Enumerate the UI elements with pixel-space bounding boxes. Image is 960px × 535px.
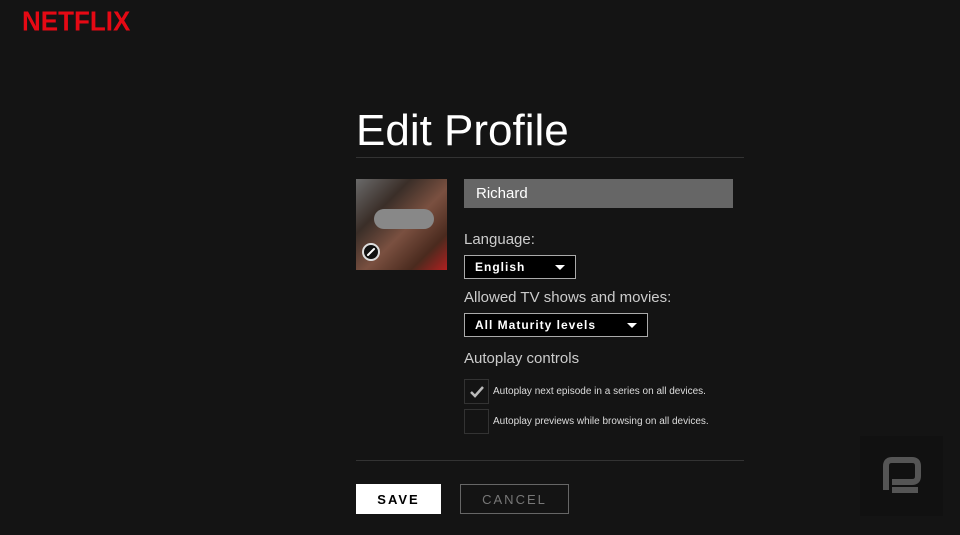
checkmark-icon xyxy=(469,385,484,398)
divider xyxy=(356,460,744,461)
autoplay-next-episode-option[interactable]: Autoplay next episode in a series on all… xyxy=(464,379,706,404)
autoplay-previews-label: Autoplay previews while browsing on all … xyxy=(493,416,709,427)
caret-down-icon xyxy=(555,265,565,270)
autoplay-previews-option[interactable]: Autoplay previews while browsing on all … xyxy=(464,409,709,434)
save-button[interactable]: SAVE xyxy=(356,484,441,514)
divider xyxy=(356,157,744,158)
avatar-image xyxy=(374,209,434,229)
maturity-selected: All Maturity levels xyxy=(475,318,597,332)
engadget-logo-icon xyxy=(860,436,943,516)
language-label: Language: xyxy=(464,231,535,248)
autoplay-next-episode-label: Autoplay next episode in a series on all… xyxy=(493,386,706,397)
cancel-button[interactable]: CANCEL xyxy=(460,484,569,514)
caret-down-icon xyxy=(627,323,637,328)
language-selected: English xyxy=(475,260,526,274)
profile-avatar[interactable] xyxy=(356,179,447,270)
profile-name-input[interactable] xyxy=(464,179,733,208)
autoplay-previews-checkbox[interactable] xyxy=(464,409,489,434)
maturity-label: Allowed TV shows and movies: xyxy=(464,289,672,306)
autoplay-next-episode-checkbox[interactable] xyxy=(464,379,489,404)
netflix-logo[interactable]: NETFLIX xyxy=(22,5,130,38)
pencil-icon[interactable] xyxy=(362,243,380,261)
language-select[interactable]: English xyxy=(464,255,576,279)
maturity-select[interactable]: All Maturity levels xyxy=(464,313,648,337)
autoplay-heading: Autoplay controls xyxy=(464,350,580,367)
page-title: Edit Profile xyxy=(356,106,569,155)
